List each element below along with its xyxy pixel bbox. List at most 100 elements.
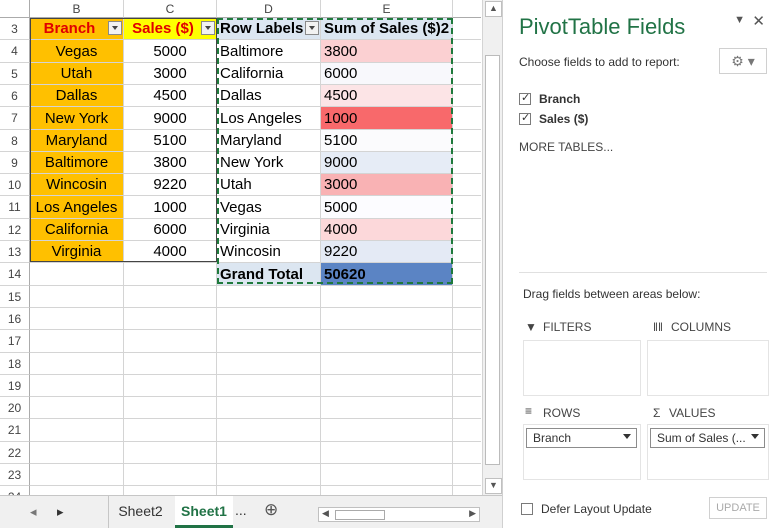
row-header[interactable]: 21 bbox=[0, 419, 30, 442]
source-header-sales[interactable]: Sales ($) bbox=[124, 18, 217, 40]
row-header[interactable]: 19 bbox=[0, 375, 30, 397]
vertical-scrollbar[interactable]: ▲ ▼ bbox=[482, 0, 502, 495]
row-header[interactable]: 18 bbox=[0, 353, 30, 375]
vertical-scroll-thumb[interactable] bbox=[485, 55, 500, 465]
grid-cell[interactable] bbox=[321, 397, 453, 419]
grid-cell[interactable] bbox=[217, 353, 321, 375]
more-sheets-button[interactable]: ... bbox=[235, 502, 247, 518]
row-header[interactable]: 10 bbox=[0, 174, 30, 196]
field-item-branch[interactable]: Branch bbox=[519, 91, 719, 108]
grid-cell[interactable] bbox=[321, 375, 453, 397]
row-header[interactable]: 3 bbox=[0, 18, 30, 40]
grid-cell[interactable] bbox=[453, 219, 481, 241]
pivot-row-label[interactable]: Los Angeles bbox=[217, 107, 321, 130]
grid-cell[interactable] bbox=[217, 442, 321, 464]
scroll-right-icon[interactable]: ▶ bbox=[469, 508, 476, 519]
source-cell-sales[interactable]: 9220 bbox=[124, 174, 217, 196]
tab-sheet1[interactable]: Sheet1 bbox=[175, 496, 233, 528]
pane-options-chevron-icon[interactable]: ▼ bbox=[734, 14, 745, 26]
row-header[interactable]: 23 bbox=[0, 464, 30, 486]
pivot-row-value[interactable]: 4000 bbox=[321, 219, 453, 241]
scroll-up-icon[interactable]: ▲ bbox=[485, 1, 502, 17]
row-header[interactable]: 15 bbox=[0, 286, 30, 308]
grid-cell[interactable] bbox=[30, 464, 124, 486]
columns-drop-zone[interactable] bbox=[647, 340, 769, 396]
row-header[interactable]: 9 bbox=[0, 152, 30, 174]
grid-cell[interactable] bbox=[321, 286, 453, 308]
source-cell-branch[interactable]: Vegas bbox=[30, 40, 124, 63]
filter-dropdown-icon[interactable] bbox=[201, 21, 215, 35]
source-cell-branch[interactable]: Maryland bbox=[30, 130, 124, 152]
rows-drop-zone[interactable]: Branch bbox=[523, 424, 641, 480]
filter-dropdown-icon[interactable] bbox=[108, 21, 122, 35]
grid-cell[interactable] bbox=[124, 442, 217, 464]
grid-cell[interactable] bbox=[453, 196, 481, 219]
update-button[interactable]: UPDATE bbox=[709, 497, 767, 519]
select-all-corner[interactable] bbox=[0, 0, 30, 18]
source-cell-sales[interactable]: 6000 bbox=[124, 219, 217, 241]
grid-cell[interactable] bbox=[453, 63, 481, 85]
grid-cell[interactable] bbox=[124, 330, 217, 353]
grid-cell[interactable] bbox=[453, 442, 481, 464]
pivot-row-label[interactable]: Wincosin bbox=[217, 241, 321, 263]
close-icon[interactable]: ✕ bbox=[752, 12, 765, 30]
grid-cell[interactable] bbox=[453, 286, 481, 308]
row-header[interactable]: 11 bbox=[0, 196, 30, 219]
grid-cell[interactable] bbox=[321, 308, 453, 330]
grid-cell[interactable] bbox=[217, 308, 321, 330]
row-header[interactable]: 13 bbox=[0, 241, 30, 263]
source-cell-branch[interactable]: Los Angeles bbox=[30, 196, 124, 219]
prev-sheet-icon[interactable]: ◂ bbox=[30, 504, 37, 520]
values-area[interactable]: Σ VALUES Sum of Sales (... bbox=[647, 398, 769, 480]
rows-field-branch[interactable]: Branch bbox=[526, 428, 637, 448]
grid-cell[interactable] bbox=[124, 286, 217, 308]
defer-layout-checkbox[interactable] bbox=[521, 503, 533, 515]
grid-cell[interactable] bbox=[124, 464, 217, 486]
source-cell-sales[interactable]: 5000 bbox=[124, 40, 217, 63]
grid-cell[interactable] bbox=[30, 263, 124, 286]
grid-cell[interactable] bbox=[321, 353, 453, 375]
gear-icon[interactable]: ⚙ ▾ bbox=[719, 48, 767, 74]
row-header[interactable]: 4 bbox=[0, 40, 30, 63]
pivot-row-value[interactable]: 5000 bbox=[321, 196, 453, 219]
grid-cell[interactable] bbox=[453, 130, 481, 152]
grid-cell[interactable] bbox=[453, 107, 481, 130]
grid-cell[interactable] bbox=[124, 397, 217, 419]
row-header[interactable]: 5 bbox=[0, 63, 30, 85]
grid-cell[interactable] bbox=[453, 353, 481, 375]
pivot-row-label[interactable]: Maryland bbox=[217, 130, 321, 152]
pivot-row-value[interactable]: 6000 bbox=[321, 63, 453, 85]
scroll-down-icon[interactable]: ▼ bbox=[485, 478, 502, 494]
grid-cell[interactable] bbox=[321, 486, 453, 495]
source-cell-sales[interactable]: 9000 bbox=[124, 107, 217, 130]
source-cell-branch[interactable]: Baltimore bbox=[30, 152, 124, 174]
horizontal-scroll-thumb[interactable] bbox=[335, 510, 385, 520]
rows-area[interactable]: ≡ ROWS Branch bbox=[523, 398, 641, 480]
grid-cell[interactable] bbox=[30, 308, 124, 330]
grid-cell[interactable] bbox=[30, 486, 124, 495]
tab-sheet2[interactable]: Sheet2 bbox=[108, 496, 172, 528]
column-header-e[interactable]: E bbox=[321, 0, 453, 18]
row-header[interactable]: 24 bbox=[0, 486, 30, 495]
filter-dropdown-icon[interactable] bbox=[305, 21, 319, 35]
grid-cell[interactable] bbox=[30, 286, 124, 308]
pivot-grand-total-label[interactable]: Grand Total bbox=[217, 263, 321, 286]
pivot-row-label[interactable]: California bbox=[217, 63, 321, 85]
source-cell-sales[interactable]: 5100 bbox=[124, 130, 217, 152]
horizontal-scrollbar[interactable]: ◀ ▶ bbox=[318, 507, 480, 522]
row-header[interactable]: 16 bbox=[0, 308, 30, 330]
filters-area[interactable]: ▼ FILTERS bbox=[523, 312, 641, 396]
pivot-header-sum[interactable]: Sum of Sales ($)2 bbox=[321, 18, 453, 40]
grid-cell[interactable] bbox=[30, 353, 124, 375]
source-cell-sales[interactable]: 3800 bbox=[124, 152, 217, 174]
grid-cell[interactable] bbox=[321, 442, 453, 464]
source-cell-sales[interactable]: 3000 bbox=[124, 63, 217, 85]
pivot-row-label[interactable]: Utah bbox=[217, 174, 321, 196]
pivot-grand-total-value[interactable]: 50620 bbox=[321, 263, 453, 286]
grid-cell[interactable] bbox=[453, 18, 481, 40]
grid-cell[interactable] bbox=[321, 464, 453, 486]
grid-cell[interactable] bbox=[30, 419, 124, 442]
grid-cell[interactable] bbox=[124, 375, 217, 397]
source-cell-branch[interactable]: California bbox=[30, 219, 124, 241]
source-cell-branch[interactable]: Utah bbox=[30, 63, 124, 85]
